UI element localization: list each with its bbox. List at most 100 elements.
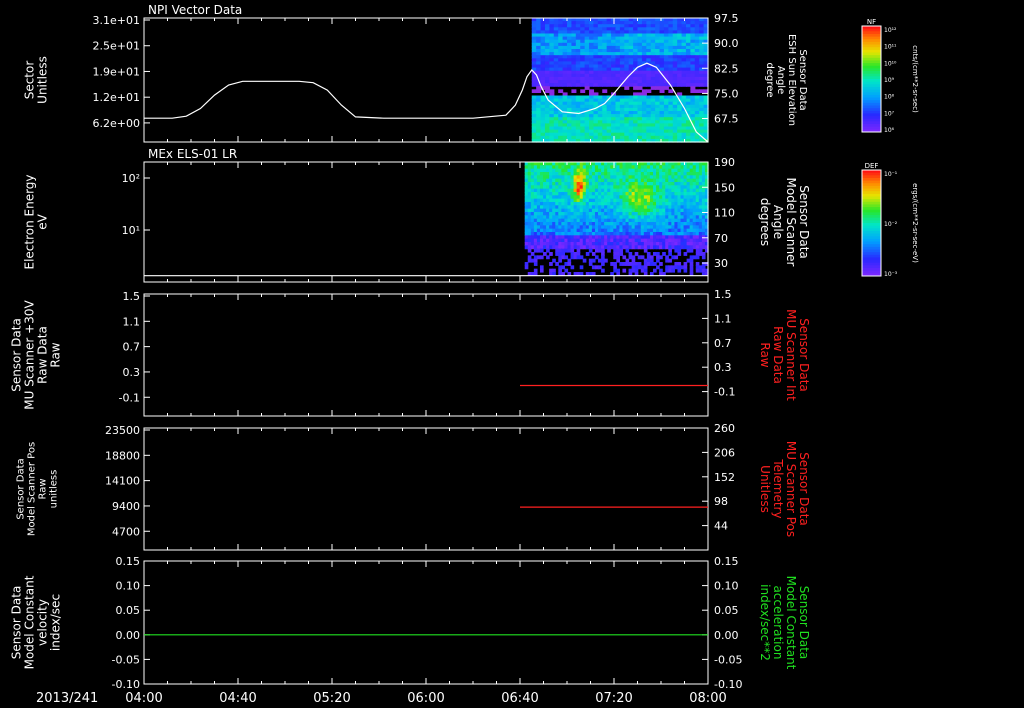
time-axis-tick-label: 04:00 [125,691,162,706]
spectrogram-cell [633,86,639,90]
panel-1: NPI Vector Data 3.1e+01 2.5e+01 1.9e+01 1.2e… [23,3,808,143]
spectrogram-cell [575,83,581,87]
spectrogram-cell [685,83,691,87]
y-axis-label-right: Model Scanner [784,178,798,267]
spectrogram-cell [549,83,555,87]
time-axis-tick-label: 07:20 [595,691,632,706]
y-axis-label-right: MU Scanner Int [784,309,798,401]
spectrogram-cell [677,83,683,87]
y-tick-label-right: 90.0 [714,37,739,50]
y-tick-label-left: 0.15 [116,555,141,568]
y-tick-label-right: 190 [714,156,735,169]
spectrogram-cell [584,86,590,90]
y-axis-label-right: Sensor Data [797,586,811,660]
y-axis-label-left: unitless [49,470,60,509]
spectrogram-cell [674,255,679,260]
y-tick-label-left: 6.2e+00 [93,117,140,130]
y-tick-label-right: 0.7 [714,337,732,350]
spectrogram-cell [637,86,643,90]
colorbar-tick-label: 10¹¹ [884,44,897,51]
y-axis-label-left: eV [36,213,50,229]
spectrogram-cell [531,89,537,93]
spectrogram-cell [646,83,652,87]
spectrogram-cell [546,255,550,260]
y-axis-label-right: ESH Sun Elevation [786,34,797,126]
spectrogram-cell [677,268,682,273]
spectrogram-cell [531,83,537,87]
y-tick-label-left: 23500 [105,424,140,437]
spectrogram-cell [558,83,564,87]
time-axis-date: 2013/241 [36,691,98,706]
colorbar-units: cnts/(cm**2-sr-sec) [911,45,919,113]
y-axis-label-right: index/sec**2 [758,584,772,661]
time-axis-tick-label: 08:00 [689,691,726,706]
y-tick-label-right: -0.05 [714,653,742,666]
colorbar-tick-label: 10¹² [884,27,897,34]
y-tick-label-left: 10² [122,172,140,185]
spectrogram-cell [602,89,608,93]
spectrogram-cell [672,83,678,87]
spectrogram-cell [597,83,603,87]
colorbar-units: ergs/(cm**2-sr-sec-eV) [911,183,919,263]
spectrogram-cell [601,268,605,273]
spectrogram [524,162,709,276]
y-axis-label-right: Raw [758,342,772,367]
y-tick-label-left: 1.5 [123,290,141,303]
panel-title: NPI Vector Data [148,3,242,17]
spectrogram-cell [695,255,700,260]
spectrogram-cell [628,83,634,87]
y-axis-label-left: Unitless [36,56,50,104]
y-tick-label-left: 2.5e+01 [93,40,140,53]
spectrogram-cell [580,89,586,93]
y-axis-label-left: index/sec [49,594,63,651]
y-axis-label-right: Sensor Data [797,49,808,110]
spectrogram-cell [699,89,705,93]
y-axis-label-right: Angle [775,66,786,94]
y-tick-label-left: 10¹ [122,224,140,237]
spectrogram-cell [558,89,564,93]
colorbar-label: NF [867,18,876,26]
y-axis-label-right: Unitless [758,465,772,513]
y-axis-label-right: MU Scanner Pos [784,441,798,537]
y-tick-label-right: 150 [714,181,735,194]
y-axis-label-left: Sector [23,61,37,100]
y-tick-label-right: 260 [714,422,735,435]
y-tick-label-right: 206 [714,446,735,459]
spectrogram-cell [533,262,538,266]
y-tick-label-left: 9400 [112,500,140,513]
colorbar-tick-label: 10⁻² [884,221,898,228]
panel-2: MEx ELS-01 LR 10² 10¹ 190 150 110 70 30 Electron… [23,147,811,283]
spectrogram-cell [567,83,573,87]
spectrogram-cell [571,83,577,87]
y-tick-label-left: 0.00 [116,629,141,642]
y-tick-label-right: 70 [714,232,728,245]
spectrogram [531,18,709,143]
spectrogram-cell [562,83,568,87]
y-tick-label-right: 0.00 [714,629,739,642]
y-axis-label-right: Sensor Data [797,318,811,392]
spectrogram-cell [593,83,599,87]
y-tick-label-left: -0.05 [112,653,140,666]
spectrogram-cell [701,255,706,260]
time-axis: 2013/241 04:00 04:40 05:20 06:00 06:40 07:20 08… [36,691,727,706]
y-tick-label-right: 0.10 [714,580,739,593]
spectrogram-cell [671,268,675,273]
y-axis-label-right: Model Constant [784,576,798,670]
stacked-time-series-plot: NF 10¹² 10¹¹ 10¹⁰ 10⁹ 10⁸ 10⁷ 10⁶ cnts/(cm**2-sr… [10,3,920,706]
y-tick-label-right: 67.5 [714,113,739,126]
y-tick-label-left: 14100 [105,475,140,488]
panel-title: MEx ELS-01 LR [148,147,237,161]
panel-frame [143,560,709,685]
y-axis-label-left: MU Scanner +30V [23,300,37,410]
y-tick-label-right: 75.0 [714,87,739,100]
y-axis-label-left: velocity [36,599,50,646]
spectrogram-cell [580,83,586,87]
y-tick-label-right: 1.5 [714,288,732,301]
y-tick-label-left: 0.3 [123,366,141,379]
spectrogram-cell [659,89,665,93]
spectrogram-cell [668,89,674,93]
colorbar-tick-label: 10¹⁰ [884,60,897,67]
colorbar-def: DEF 10⁻¹ 10⁻² 10⁻³ ergs/(cm**2-sr-sec-eV) [861,162,919,278]
y-tick-label-left: 0.10 [116,580,141,593]
y-tick-label-right: 0.05 [714,604,739,617]
